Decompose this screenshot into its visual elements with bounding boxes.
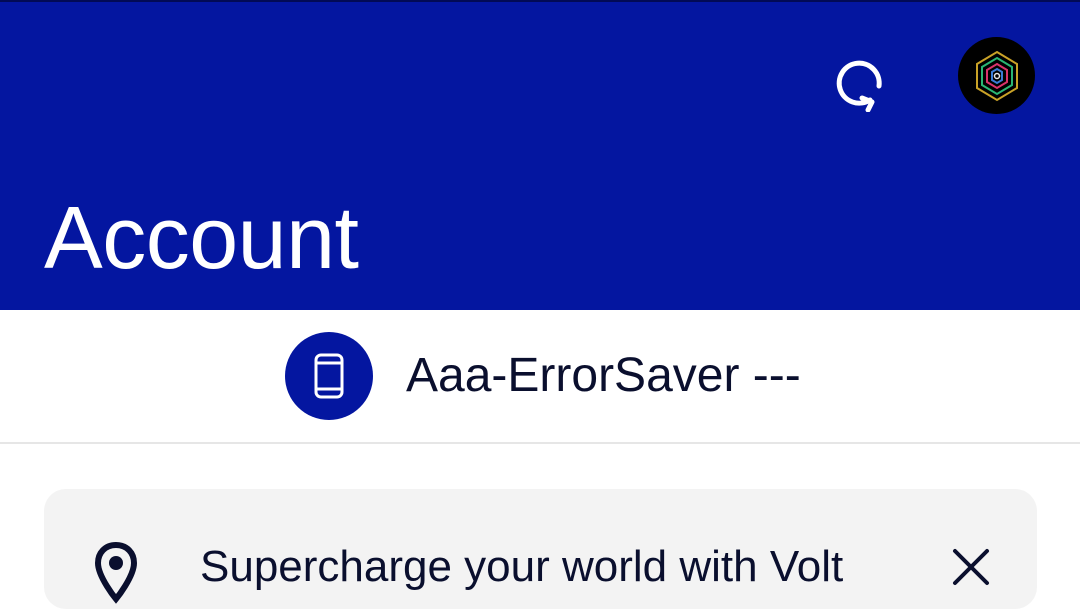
promo-banner[interactable]: Supercharge your world with Volt xyxy=(44,489,1037,609)
avatar[interactable] xyxy=(958,37,1035,114)
refresh-button[interactable] xyxy=(824,48,896,120)
app-header: Account xyxy=(0,0,1080,310)
page-title: Account xyxy=(44,188,359,287)
promo-text: Supercharge your world with Volt xyxy=(200,542,844,591)
location-pin-icon xyxy=(94,541,138,604)
device-name: Aaa-ErrorSaver --- xyxy=(406,349,801,402)
device-icon-badge xyxy=(285,332,373,420)
hexagon-logo-icon xyxy=(975,50,1018,101)
close-icon[interactable] xyxy=(947,543,995,591)
device-selector[interactable]: Aaa-ErrorSaver --- xyxy=(0,310,1080,444)
smartphone-icon xyxy=(314,353,344,399)
refresh-icon xyxy=(836,60,882,112)
